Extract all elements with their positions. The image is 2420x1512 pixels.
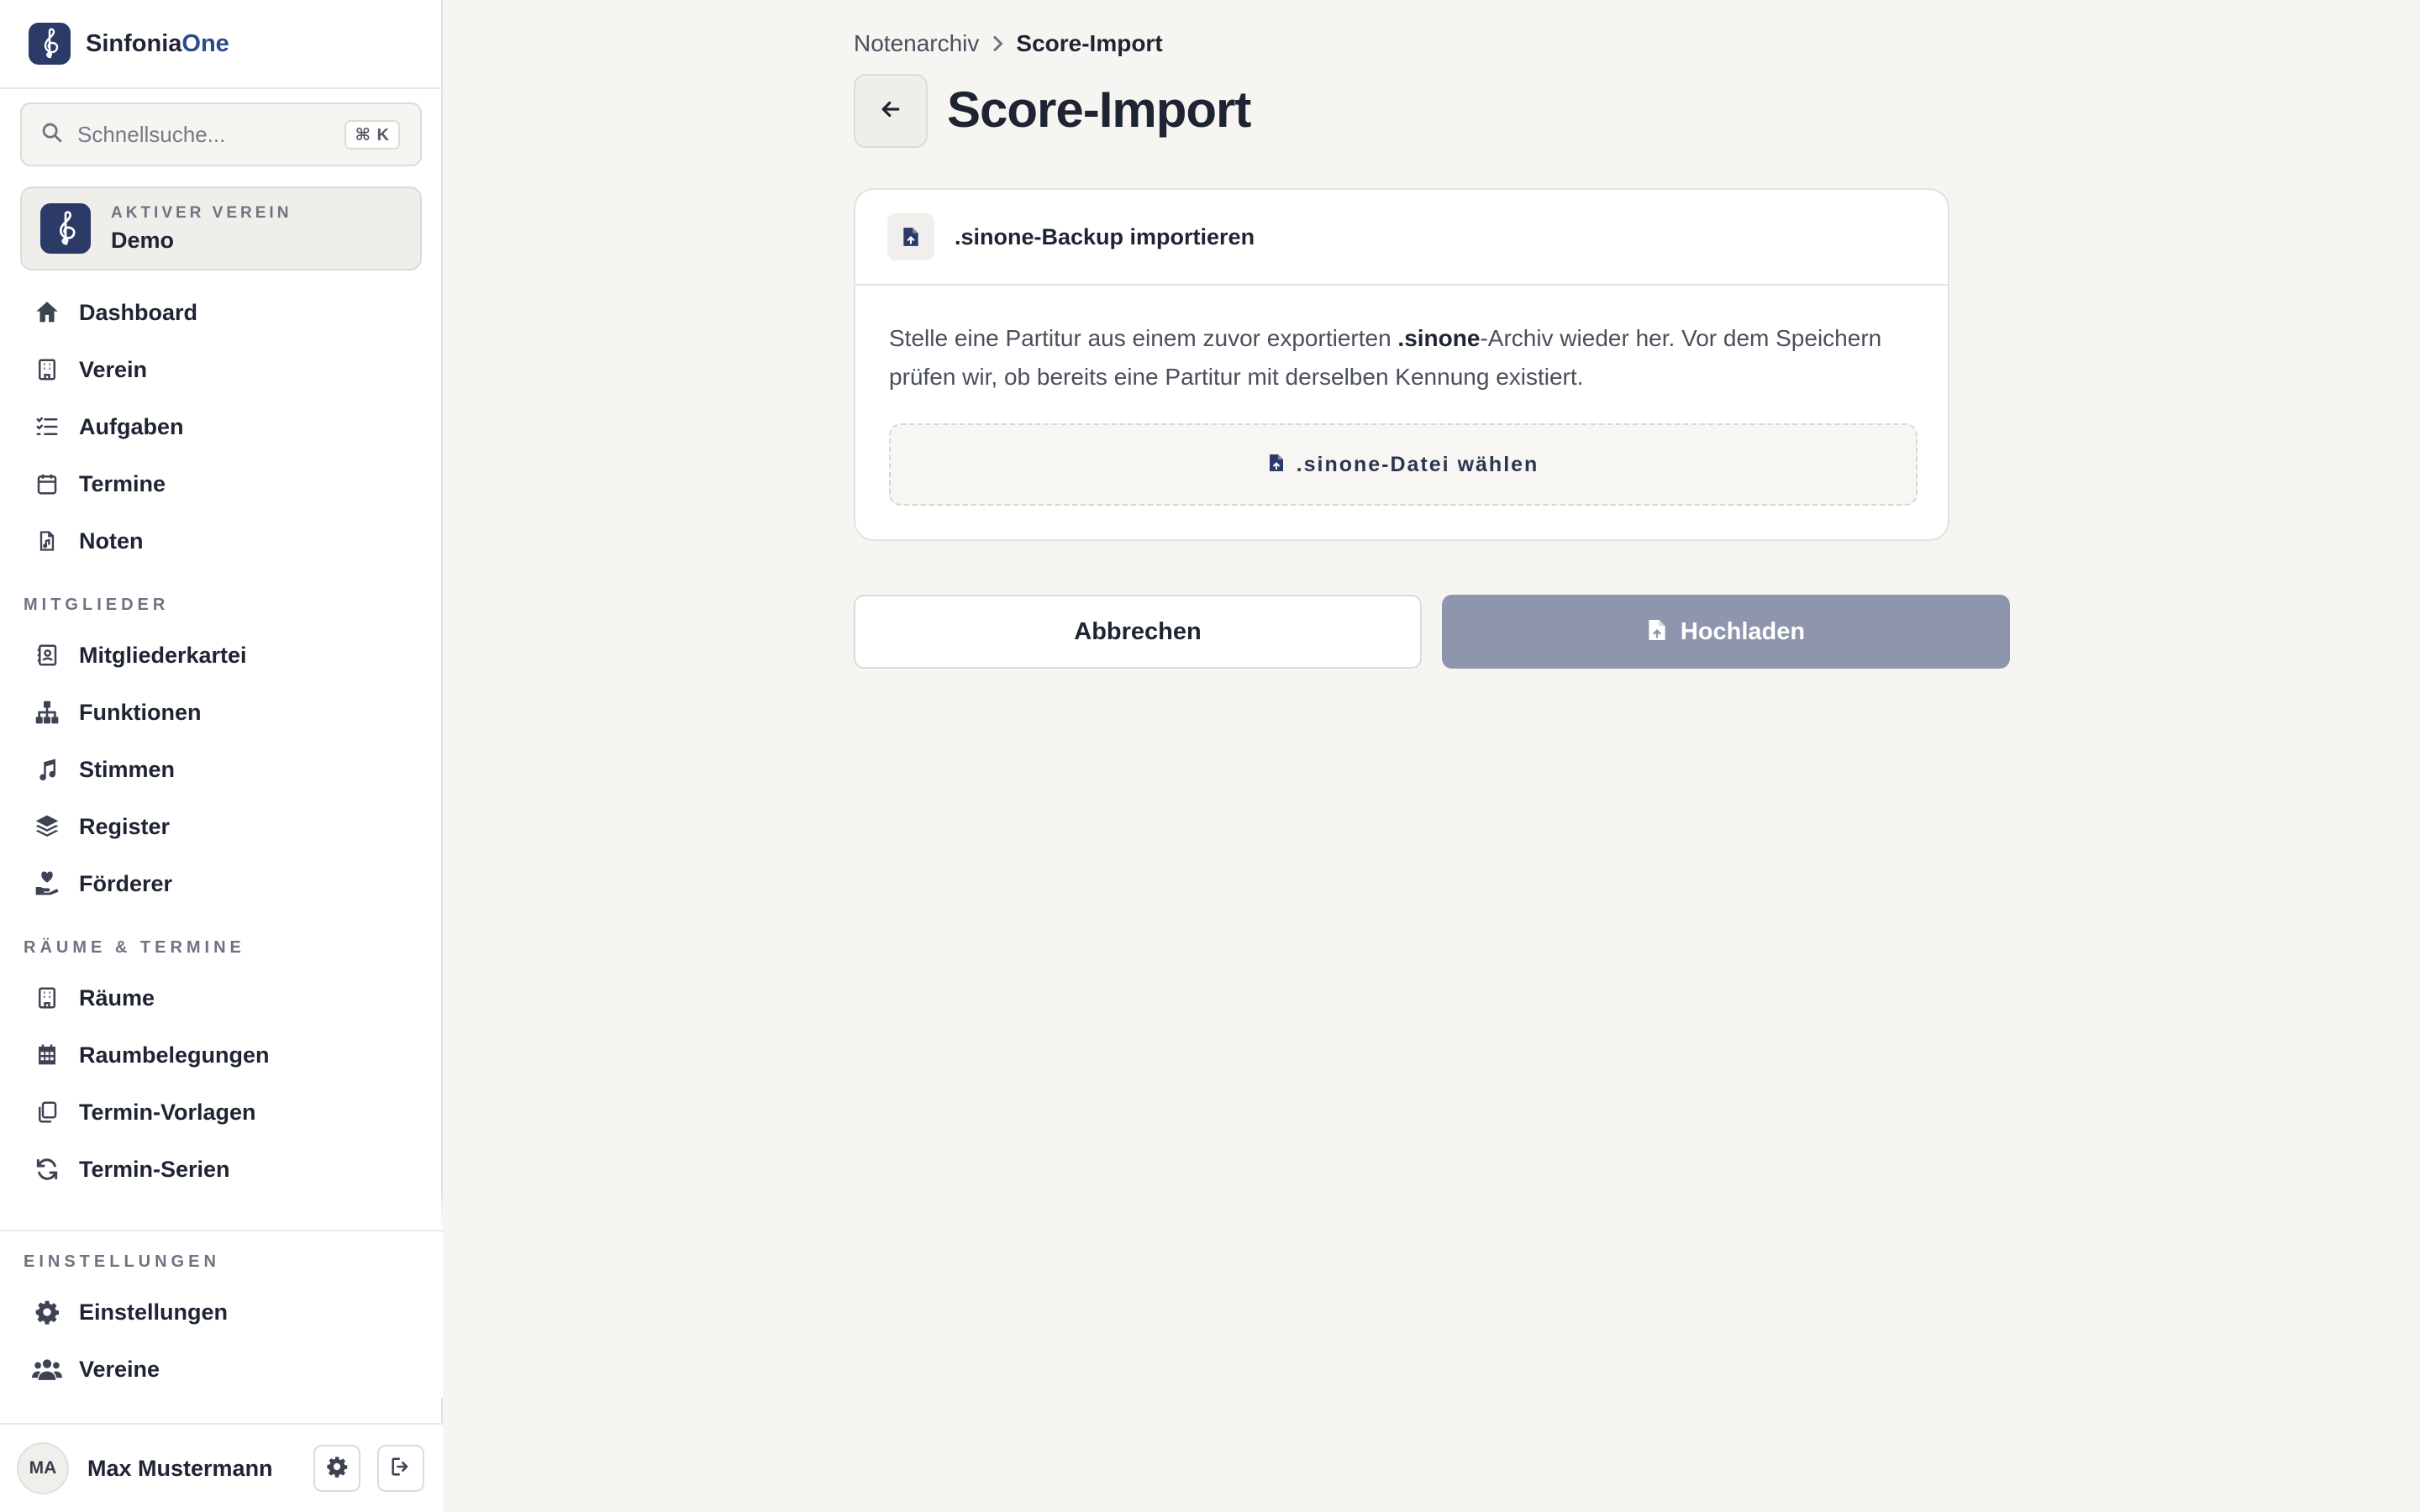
sidebar-item-label: Dashboard xyxy=(79,299,198,325)
sidebar-item-funktionen[interactable]: Funktionen xyxy=(0,684,443,741)
file-upload-icon xyxy=(1268,453,1285,477)
sidebar-item-label: Verein xyxy=(79,356,148,382)
search-shortcut-badge: ⌘ K xyxy=(345,119,400,150)
sidebar-item-label: Stimmen xyxy=(79,756,176,782)
sidebar-item-label: Termin-Serien xyxy=(79,1156,230,1182)
import-card-title: .sinone-Backup importieren xyxy=(955,223,1255,249)
upload-button-label: Hochladen xyxy=(1680,617,1806,645)
breadcrumb-link-notenarchiv[interactable]: Notenarchiv xyxy=(854,30,979,57)
contact-card-icon xyxy=(32,640,62,670)
chevron-right-icon xyxy=(989,34,1006,54)
cancel-button[interactable]: Abbrechen xyxy=(854,595,1422,669)
back-button[interactable] xyxy=(854,74,928,148)
sidebar-item-noten[interactable]: Noten xyxy=(0,512,443,570)
calendar-icon xyxy=(32,469,62,499)
list-check-icon xyxy=(32,412,62,442)
user-name: Max Mustermann xyxy=(87,1455,273,1481)
sidebar-item-einstellungen[interactable]: Einstellungen xyxy=(0,1284,443,1341)
search-placeholder: Schnellsuche... xyxy=(77,121,226,147)
sidebar-item-label: Förderer xyxy=(79,870,173,896)
gear-icon xyxy=(325,1455,349,1483)
sidebar-item-label: Termin-Vorlagen xyxy=(79,1099,256,1125)
section-title-mitglieder: MITGLIEDER xyxy=(24,596,170,614)
sidebar-item-raumbelegungen[interactable]: Raumbelegungen xyxy=(0,1026,443,1084)
sidebar-item-termin-vorlagen[interactable]: Termin-Vorlagen xyxy=(0,1084,443,1141)
arrow-left-icon xyxy=(878,97,903,126)
sidebar-item-dashboard[interactable]: Dashboard xyxy=(0,284,443,341)
import-card: .sinone-Backup importieren Stelle eine P… xyxy=(854,188,1949,541)
copy-icon xyxy=(32,1097,62,1127)
user-bar: MA Max Mustermann xyxy=(0,1423,443,1512)
breadcrumb-current: Score-Import xyxy=(1016,30,1163,56)
layers-icon xyxy=(32,811,62,842)
calendar-grid-icon xyxy=(32,1040,62,1070)
search-icon xyxy=(40,121,64,149)
refresh-icon xyxy=(32,1154,62,1184)
club-logo-icon xyxy=(40,203,91,254)
sidebar-settings-area: EINSTELLUNGEN Einstellungen Vereine xyxy=(0,1230,443,1398)
treble-clef-logo-icon xyxy=(29,23,71,65)
sidebar-item-aufgaben[interactable]: Aufgaben xyxy=(0,398,443,455)
sidebar-item-label: Funktionen xyxy=(79,699,202,725)
user-settings-button[interactable] xyxy=(313,1445,360,1492)
music-note-icon xyxy=(32,754,62,785)
import-card-description: Stelle eine Partitur aus einem zuvor exp… xyxy=(889,325,1882,390)
section-title-raeume-termine: RÄUME & TERMINE xyxy=(24,938,245,957)
brand-name: SinfoniaOne xyxy=(86,29,229,57)
building-icon xyxy=(32,354,62,385)
active-club-name: Demo xyxy=(111,227,175,253)
sidebar-item-label: Vereine xyxy=(79,1356,160,1382)
sidebar-item-label: Einstellungen xyxy=(79,1299,229,1325)
org-chart-icon xyxy=(32,697,62,727)
active-club-switcher[interactable]: AKTIVER VEREIN Demo xyxy=(20,186,422,270)
hand-heart-icon xyxy=(32,869,62,899)
breadcrumb: Notenarchiv Score-Import xyxy=(854,30,1163,57)
sidebar-item-raeume[interactable]: Räume xyxy=(0,969,443,1026)
main-content: Notenarchiv Score-Import Score-Import .s… xyxy=(443,0,2420,1512)
users-icon xyxy=(32,1354,62,1384)
file-select-button[interactable]: .sinone-Datei wählen xyxy=(889,423,1918,506)
sidebar-item-label: Register xyxy=(79,813,171,839)
brand-header[interactable]: SinfoniaOne xyxy=(0,0,441,89)
import-card-header: .sinone-Backup importieren xyxy=(855,190,1948,286)
logout-button[interactable] xyxy=(377,1445,424,1492)
active-club-kicker: AKTIVER VEREIN xyxy=(111,203,292,222)
sidebar-nav: Dashboard Verein Aufgaben Termine Noten … xyxy=(0,284,443,1226)
sheet-music-file-icon xyxy=(32,526,62,556)
search-input[interactable]: Schnellsuche... ⌘ K xyxy=(20,102,422,166)
sidebar-item-termine[interactable]: Termine xyxy=(0,455,443,512)
sidebar: SinfoniaOne Schnellsuche... ⌘ K AKTIVER … xyxy=(0,0,443,1512)
avatar[interactable]: MA xyxy=(17,1442,69,1494)
nav-scroll-fade xyxy=(0,1193,443,1231)
logout-icon xyxy=(389,1455,413,1483)
sidebar-item-mitgliederkartei[interactable]: Mitgliederkartei xyxy=(0,627,443,684)
sidebar-item-stimmen[interactable]: Stimmen xyxy=(0,741,443,798)
file-upload-icon xyxy=(887,213,934,260)
sidebar-item-register[interactable]: Register xyxy=(0,798,443,855)
sidebar-item-label: Mitgliederkartei xyxy=(79,642,247,668)
home-icon xyxy=(32,297,62,328)
sidebar-item-vereine[interactable]: Vereine xyxy=(0,1341,443,1398)
sidebar-item-label: Aufgaben xyxy=(79,413,184,439)
upload-button[interactable]: Hochladen xyxy=(1442,595,2010,669)
section-title-einstellungen: EINSTELLUNGEN xyxy=(24,1252,220,1271)
building-icon xyxy=(32,983,62,1013)
sidebar-item-label: Raumbelegungen xyxy=(79,1042,270,1068)
sidebar-item-foerderer[interactable]: Förderer xyxy=(0,855,443,912)
page-title: Score-Import xyxy=(947,81,1251,138)
sidebar-item-label: Termine xyxy=(79,470,166,496)
file-select-label: .sinone-Datei wählen xyxy=(1296,452,1539,476)
sidebar-item-label: Räume xyxy=(79,984,155,1011)
file-upload-icon xyxy=(1647,617,1667,647)
gear-icon xyxy=(32,1297,62,1327)
sidebar-item-verein[interactable]: Verein xyxy=(0,341,443,398)
sidebar-item-termin-serien[interactable]: Termin-Serien xyxy=(0,1141,443,1198)
sidebar-item-label: Noten xyxy=(79,528,144,554)
